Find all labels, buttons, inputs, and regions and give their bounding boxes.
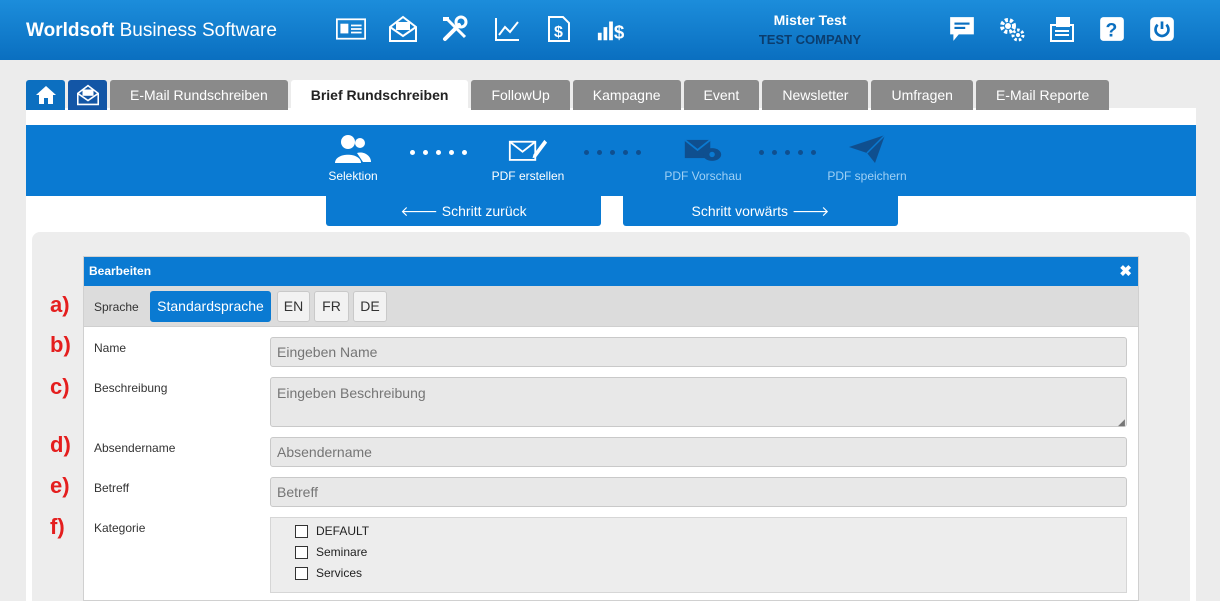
power-icon[interactable] — [1144, 14, 1180, 44]
svg-text:$: $ — [614, 21, 625, 42]
tab-mail[interactable] — [68, 80, 107, 110]
paper-plane-icon — [849, 134, 886, 163]
module-tabs: E-Mail Rundschreiben Brief Rundschreiben… — [26, 80, 1110, 110]
language-fr-button[interactable]: FR — [314, 291, 349, 322]
annotation-f: f) — [50, 514, 65, 539]
brand-title: Worldsoft Business Software — [26, 20, 277, 41]
step-connector — [584, 150, 649, 155]
category-label: Kategorie — [94, 521, 146, 535]
mail-edit-icon — [508, 139, 548, 161]
category-item-services[interactable]: Services — [295, 566, 362, 580]
step-selection[interactable]: Selektion — [293, 133, 413, 183]
annotation-b: b) — [50, 332, 71, 357]
contact-card-icon[interactable] — [333, 14, 369, 44]
step-label: PDF speichern — [827, 169, 907, 183]
dialog-header: Bearbeiten ✖ — [84, 257, 1138, 286]
edit-dialog: Bearbeiten ✖ Sprache Standardsprache EN … — [83, 256, 1139, 601]
step-label: PDF erstellen — [491, 169, 565, 183]
tab-home[interactable] — [26, 80, 65, 110]
invoice-dollar-icon[interactable]: $ — [541, 14, 577, 44]
svg-text:$: $ — [554, 24, 563, 41]
step-pdf-preview[interactable]: PDF Vorschau — [643, 133, 763, 183]
mail-open-icon[interactable] — [385, 14, 421, 44]
annotation-c: c) — [50, 374, 70, 399]
sender-name-input[interactable] — [270, 437, 1127, 467]
language-en-button[interactable]: EN — [277, 291, 310, 322]
checkbox[interactable] — [295, 545, 308, 559]
subject-label: Betreff — [94, 481, 130, 495]
mail-open-icon — [76, 84, 99, 106]
category-item-seminars[interactable]: Seminare — [295, 545, 367, 559]
home-icon — [35, 86, 56, 104]
language-bar: Sprache Standardsprache EN FR DE — [84, 286, 1138, 327]
tab-email-reports[interactable]: E-Mail Reporte — [975, 80, 1110, 110]
category-item-default[interactable]: DEFAULT — [295, 524, 369, 538]
checkbox[interactable] — [295, 566, 308, 580]
company-name: TEST COMPANY — [758, 32, 862, 47]
fax-icon[interactable] — [1044, 14, 1080, 44]
tools-icon[interactable] — [437, 14, 473, 44]
utility-icons: ? — [944, 14, 1180, 44]
subject-input[interactable] — [270, 477, 1127, 507]
users-icon — [335, 135, 371, 163]
app-header: Worldsoft Business Software $ $ Mister T… — [0, 0, 1220, 60]
step-back-button[interactable]: 🡐 Schritt zurück — [326, 196, 601, 226]
annotation-a: a) — [50, 292, 70, 317]
description-label: Beschreibung — [94, 381, 168, 395]
step-connector — [410, 150, 475, 155]
dialog-title: Bearbeiten — [89, 264, 152, 278]
step-label: PDF Vorschau — [664, 169, 742, 183]
tab-newsletter[interactable]: Newsletter — [762, 80, 869, 110]
user-name: Mister Test — [773, 12, 847, 28]
language-label: Sprache — [94, 300, 139, 314]
tab-campaign[interactable]: Kampagne — [572, 80, 681, 110]
step-create-pdf[interactable]: PDF erstellen — [468, 133, 588, 183]
chart-line-icon[interactable] — [489, 14, 525, 44]
step-save-pdf[interactable]: PDF speichern — [807, 133, 927, 183]
tab-surveys[interactable]: Umfragen — [871, 80, 973, 110]
svg-text:?: ? — [1106, 20, 1118, 42]
chat-icon[interactable] — [944, 14, 980, 44]
annotation-e: e) — [50, 473, 70, 498]
language-de-button[interactable]: DE — [353, 291, 387, 322]
language-default-button[interactable]: Standardsprache — [150, 291, 271, 322]
help-icon[interactable]: ? — [1094, 14, 1130, 44]
mail-preview-icon — [684, 139, 722, 161]
main-nav-icons: $ $ — [333, 14, 629, 44]
checkbox[interactable] — [295, 524, 308, 538]
name-label: Name — [94, 341, 127, 355]
category-list: DEFAULT Seminare Services — [270, 517, 1127, 593]
resize-grip-icon[interactable]: ◢ — [1118, 417, 1125, 428]
user-info: Mister Test TEST COMPANY — [730, 12, 890, 47]
tab-email-circular[interactable]: E-Mail Rundschreiben — [110, 80, 288, 110]
annotation-d: d) — [50, 432, 71, 457]
step-forward-button[interactable]: Schritt vorwärts 🡒 — [623, 196, 898, 226]
close-icon[interactable]: ✖ — [1119, 257, 1132, 286]
description-textarea[interactable] — [270, 377, 1127, 427]
tab-letter-circular[interactable]: Brief Rundschreiben — [290, 80, 469, 110]
settings-gears-icon[interactable] — [994, 14, 1030, 44]
tab-event[interactable]: Event — [683, 80, 760, 110]
tab-followup[interactable]: FollowUp — [471, 80, 570, 110]
wizard-steps: Selektion PDF erstellen PDF Vorschau PDF… — [26, 125, 1196, 196]
name-input[interactable] — [270, 337, 1127, 367]
step-label: Selektion — [328, 169, 378, 183]
sender-name-label: Absendername — [94, 441, 176, 455]
revenue-chart-icon[interactable]: $ — [593, 14, 629, 44]
